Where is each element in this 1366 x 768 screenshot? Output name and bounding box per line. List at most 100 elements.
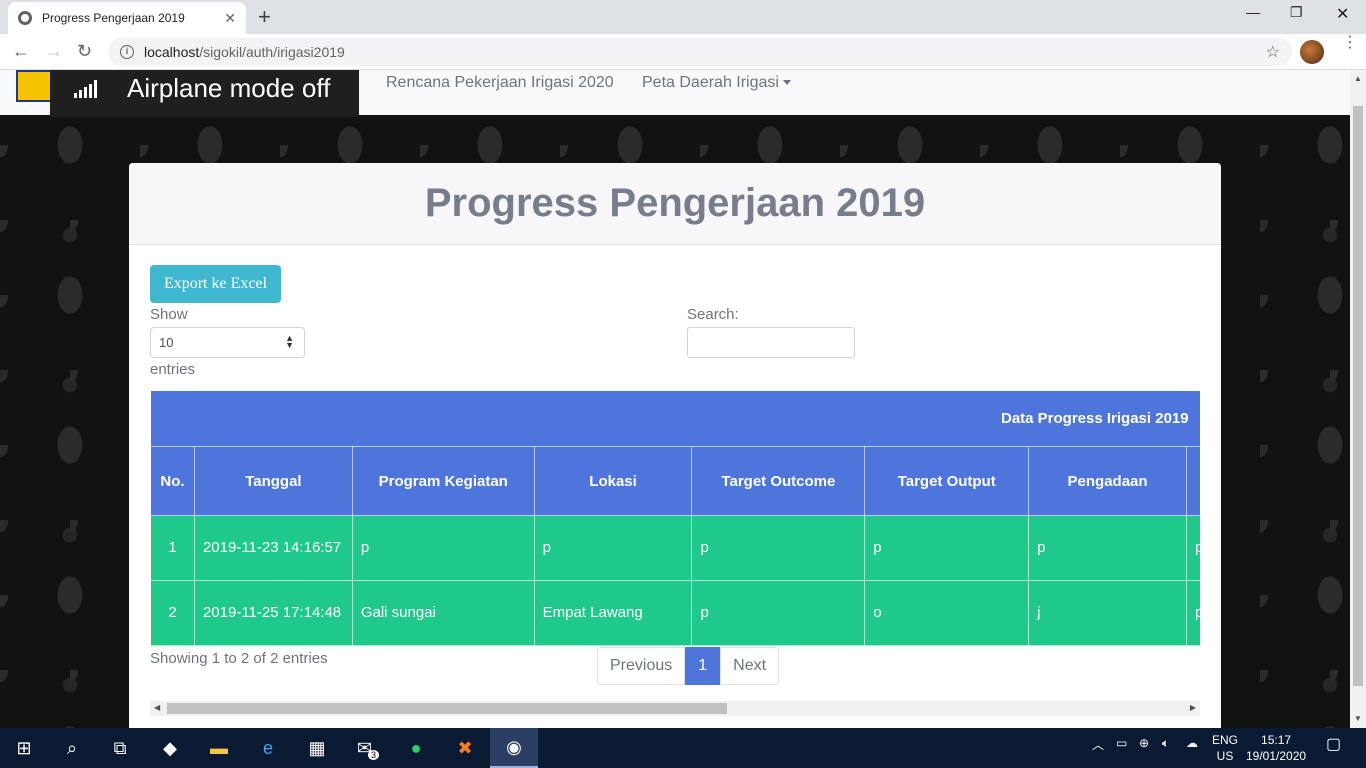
scroll-down-icon[interactable]: ▼	[1354, 714, 1362, 723]
xampp-icon[interactable]: ✖	[441, 728, 489, 768]
network-globe-icon[interactable]: ⊕	[1139, 736, 1149, 750]
page-size-select[interactable]: 10 ▲ ▼	[150, 327, 305, 358]
entries-label: entries	[150, 361, 196, 378]
mail-icon[interactable]: ✉ 3	[344, 728, 392, 768]
search-label: Search:	[687, 306, 739, 323]
select-arrows-icon: ▲ ▼	[285, 333, 294, 350]
cell-tanggal: 2019-11-23 14:16:57	[193, 515, 353, 581]
col-header-target-outcome[interactable]: Target Outcome	[691, 446, 866, 516]
page-1-button[interactable]: 1	[685, 647, 721, 685]
pagination: Previous 1 Next	[597, 647, 780, 685]
file-explorer-icon[interactable]: ▬	[195, 728, 243, 768]
browser-menu-icon[interactable]: ⋮	[1342, 35, 1358, 51]
clock-date: 19/01/2020	[1246, 749, 1307, 763]
col-header-extra[interactable]	[1185, 446, 1200, 516]
chrome-icon[interactable]: ◉	[490, 728, 538, 768]
clock-time: 15:17	[1261, 733, 1292, 747]
cell-pengadaan: p	[1028, 515, 1187, 581]
cell-target-outcome: p	[691, 515, 866, 581]
progress-card: Progress Pengerjaan 2019 Export ke Excel…	[129, 163, 1221, 728]
tab-title: Progress Pengerjaan 2019	[42, 11, 185, 25]
notification-center-icon[interactable]: ▢	[1326, 734, 1341, 754]
clock[interactable]: 15:17 19/01/2020	[1246, 732, 1306, 764]
store-icon[interactable]: ▦	[293, 728, 341, 768]
cell-lokasi: p	[533, 515, 693, 581]
minimize-icon[interactable]: —	[1246, 4, 1260, 20]
nav-link-rencana[interactable]: Rencana Pekerjaan Irigasi 2020	[386, 74, 614, 92]
show-label: Show	[150, 306, 188, 323]
volume-muted-icon[interactable]: 🔈︎	[1162, 736, 1169, 751]
cell-no: 2	[150, 580, 195, 646]
col-header-program[interactable]: Program Kegiatan	[351, 446, 535, 516]
lang-bottom: US	[1216, 749, 1234, 763]
restore-icon[interactable]: ❐	[1290, 4, 1303, 21]
table-info: Showing 1 to 2 of 2 entries	[150, 650, 328, 667]
page-size-value: 10	[159, 335, 174, 350]
url-path: /sigokil/auth/irigasi2019	[199, 44, 345, 60]
nav-link-peta-label: Peta Daerah Irigasi	[642, 74, 779, 91]
search-icon[interactable]: ⌕	[48, 728, 96, 768]
card-header: Progress Pengerjaan 2019	[129, 163, 1221, 245]
col-header-pengadaan[interactable]: Pengadaan	[1028, 446, 1187, 516]
cell-lokasi: Empat Lawang	[533, 580, 693, 646]
scroll-right-icon[interactable]: ▶	[1190, 703, 1196, 712]
vertical-scrollbar[interactable]: ▲ ▼	[1350, 70, 1366, 728]
tray-chevron-up-icon[interactable]: ︿	[1092, 736, 1104, 753]
info-icon[interactable]: i	[120, 45, 134, 59]
start-windows-icon[interactable]: ⊞	[0, 728, 48, 768]
previous-button[interactable]: Previous	[597, 647, 686, 685]
task-view-icon[interactable]: ⧉	[96, 728, 144, 768]
cell-program: p	[351, 515, 535, 581]
cell-pengadaan: j	[1028, 580, 1187, 646]
table-row: 2 2019-11-25 17:14:48 Gali sungai Empat …	[150, 580, 1200, 646]
search-input[interactable]	[687, 327, 855, 358]
profile-avatar[interactable]	[1300, 40, 1324, 64]
language-indicator[interactable]: ENG US	[1212, 732, 1238, 764]
page-title: Progress Pengerjaan 2019	[424, 181, 926, 225]
cell-no: 1	[150, 515, 195, 581]
export-excel-button[interactable]: Export ke Excel	[150, 265, 281, 303]
vertical-scroll-thumb[interactable]	[1353, 106, 1363, 686]
browser-tab[interactable]: Progress Pengerjaan 2019 ✕	[8, 2, 246, 34]
table-row: 1 2019-11-23 14:16:57 p p p p p p	[150, 515, 1200, 581]
signal-bars-icon	[74, 79, 97, 98]
table-scroll-container: Data Progress Irigasi 2019 No. Tanggal P…	[150, 390, 1200, 646]
next-button[interactable]: Next	[720, 647, 780, 685]
app-icon-inkscape[interactable]: ◆	[146, 728, 194, 768]
scroll-up-icon[interactable]: ▲	[1354, 74, 1362, 83]
col-header-target-output[interactable]: Target Output	[864, 446, 1030, 516]
onedrive-cloud-icon[interactable]: ☁	[1186, 736, 1198, 750]
back-icon[interactable]: ←	[12, 41, 30, 62]
edge-icon[interactable]: e	[244, 728, 292, 768]
address-bar[interactable]: i localhost/sigokil/auth/irigasi2019 ☆	[108, 38, 1292, 66]
windows-taskbar: ⊞ ⌕ ⧉ ◆ ▬ e ▦ ✉ 3 ● ✖ ◉ ︿ ▭ ⊕ 🔈︎ ☁ ENG US …	[0, 728, 1366, 768]
horizontal-scroll-thumb[interactable]	[167, 703, 727, 714]
mail-badge: 3	[368, 750, 380, 760]
url-host: localhost	[144, 44, 200, 60]
browser-tab-strip: Progress Pengerjaan 2019 ✕ + — ❐ ✕	[0, 0, 1366, 34]
scroll-left-icon[interactable]: ◀	[154, 703, 160, 712]
nav-link-peta-dropdown[interactable]: Peta Daerah Irigasi	[642, 74, 791, 92]
cell-target-output: o	[864, 580, 1030, 646]
lang-top: ENG	[1212, 733, 1239, 747]
bookmark-star-icon[interactable]: ☆	[1266, 42, 1280, 62]
reload-icon[interactable]: ↻	[77, 41, 92, 62]
col-header-lokasi[interactable]: Lokasi	[533, 446, 693, 516]
forward-icon[interactable]: →	[45, 41, 63, 62]
col-header-no[interactable]: No.	[150, 446, 195, 516]
col-header-tanggal[interactable]: Tanggal	[193, 446, 353, 516]
close-window-icon[interactable]: ✕	[1336, 4, 1349, 24]
battery-icon[interactable]: ▭	[1116, 736, 1127, 750]
tab-close-icon[interactable]: ✕	[224, 10, 236, 27]
airplane-mode-text: Airplane mode off	[127, 73, 331, 103]
progress-table: Data Progress Irigasi 2019 No. Tanggal P…	[150, 390, 1200, 646]
horizontal-scrollbar[interactable]: ◀ ▶	[150, 701, 1200, 716]
page-viewport: Rencana Pekerjaan Irigasi 2020 Peta Daer…	[0, 70, 1350, 728]
cell-tanggal: 2019-11-25 17:14:48	[193, 580, 353, 646]
whatsapp-icon[interactable]: ●	[392, 728, 440, 768]
caret-down-icon	[782, 80, 791, 86]
cell-target-output: p	[864, 515, 1030, 581]
new-tab-icon[interactable]: +	[258, 4, 271, 30]
browser-toolbar: ← → ↻ i localhost/sigokil/auth/irigasi20…	[0, 34, 1366, 70]
cell-extra: p	[1185, 515, 1200, 581]
